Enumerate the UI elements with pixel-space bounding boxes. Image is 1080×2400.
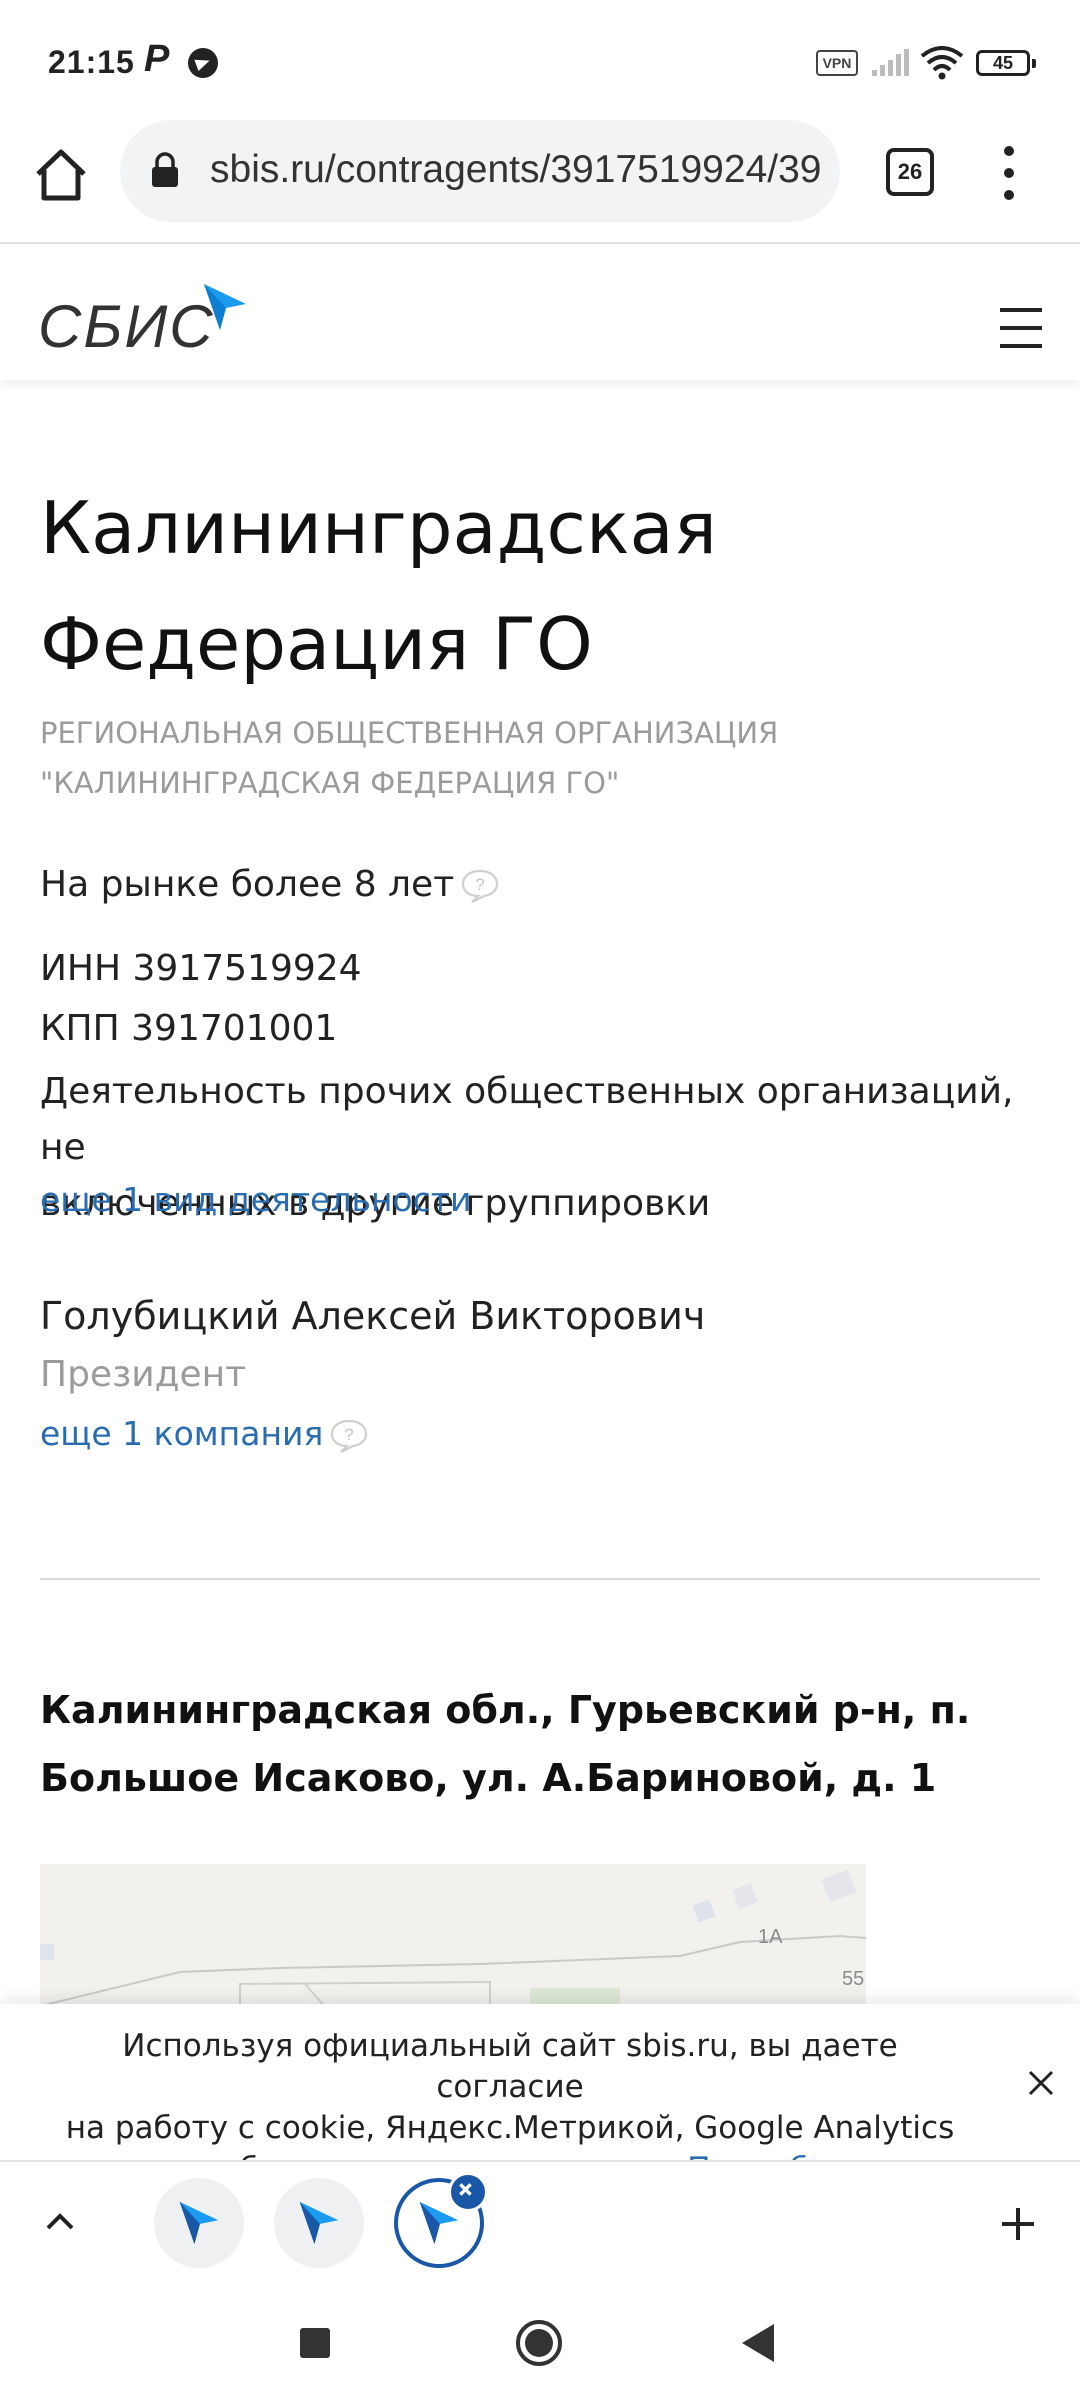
svg-text:?: ? [475, 875, 484, 894]
address-line: Калининградская обл., Гурьевский р-н, п. [40, 1688, 971, 1732]
more-company-link[interactable]: еще 1 компания [40, 1414, 323, 1453]
status-time: 21:15 [48, 44, 135, 80]
director-position: Президент [40, 1354, 247, 1395]
more-activity-link[interactable]: еще 1 вид деятельности [40, 1180, 471, 1219]
more-company-row: еще 1 компания ? [40, 1414, 369, 1454]
vpn-icon: VPN [816, 50, 858, 76]
market-age-text: На рынке более 8 лет [40, 864, 455, 905]
hamburger-menu-icon[interactable] [1000, 308, 1042, 348]
company-title-line: Федерация ГО [40, 602, 593, 686]
new-tab-plus-icon[interactable] [998, 2204, 1038, 2244]
system-nav-bar [0, 2284, 1080, 2400]
map-drawing [40, 1864, 866, 2024]
activity-line: Деятельность прочих общественных организ… [40, 1071, 1014, 1168]
director-name[interactable]: Голубицкий Алексей Викторович [40, 1294, 705, 1338]
bottom-tab-bar [0, 2160, 1080, 2284]
sbis-bird-logo-icon[interactable] [202, 282, 248, 332]
company-title-line: Калининградская [40, 486, 717, 570]
close-tab-icon[interactable] [448, 2172, 488, 2212]
status-bar: 21:15 P VPN 45 [0, 0, 1080, 120]
full-name-line: РЕГИОНАЛЬНАЯ ОБЩЕСТВЕННАЯ ОРГАНИЗАЦИЯ [40, 716, 779, 750]
signal-icon [872, 49, 909, 76]
url-text[interactable]: sbis.ru/contragents/3917519924/391701001 [210, 148, 820, 192]
tab-switcher-button[interactable]: 26 [886, 148, 934, 196]
kpp-value: КПП 391701001 [40, 1008, 338, 1049]
company-address: Калининградская обл., Гурьевский р-н, п.… [40, 1676, 1040, 1812]
tab-thumbnail-sbis[interactable] [274, 2178, 364, 2268]
site-header: СБИС [0, 244, 1080, 380]
address-map[interactable]: 1А 55 [40, 1864, 866, 2024]
section-divider [40, 1578, 1040, 1580]
chevron-up-icon[interactable] [42, 2206, 78, 2236]
sbis-bird-icon [179, 2201, 219, 2245]
cookie-line: на работу с cookie, Яндекс.Метрикой, Goo… [65, 2110, 955, 2146]
lock-icon[interactable] [150, 152, 180, 188]
telegram-notification-icon [188, 48, 218, 78]
inn-value: ИНН 3917519924 [40, 948, 362, 989]
cookie-banner: Используя официальный сайт sbis.ru, вы д… [0, 2004, 1080, 2187]
nav-home-icon[interactable] [516, 2320, 562, 2366]
tab-thumbnail-sbis[interactable] [154, 2178, 244, 2268]
close-icon[interactable] [1026, 2068, 1056, 2098]
battery-icon: 45 [976, 50, 1036, 76]
company-title: Калининградская Федерация ГО [40, 470, 1040, 702]
wifi-icon [920, 46, 964, 80]
sbis-logo[interactable]: СБИС [38, 292, 215, 361]
map-label: 55 [842, 1968, 865, 1990]
svg-text:?: ? [345, 1425, 354, 1444]
full-name-line: "КАЛИНИНГРАДСКАЯ ФЕДЕРАЦИЯ ГО" [40, 766, 620, 800]
help-question-icon[interactable]: ? [329, 1418, 369, 1454]
p-notification-icon: P [144, 38, 170, 80]
help-question-icon[interactable]: ? [460, 868, 500, 904]
sbis-bird-icon [299, 2201, 339, 2245]
home-icon[interactable] [32, 146, 90, 204]
address-line: Большое Исаково, ул. А.Бариновой, д. 1 [40, 1756, 937, 1800]
company-full-name: РЕГИОНАЛЬНАЯ ОБЩЕСТВЕННАЯ ОРГАНИЗАЦИЯ "К… [40, 708, 940, 808]
back-icon[interactable] [742, 2324, 774, 2362]
browser-toolbar: sbis.ru/contragents/3917519924/391701001… [0, 120, 1080, 244]
address-bar[interactable]: sbis.ru/contragents/3917519924/391701001 [120, 120, 840, 222]
recents-icon[interactable] [300, 2328, 330, 2358]
cookie-line: Используя официальный сайт sbis.ru, вы д… [122, 2028, 898, 2105]
market-age: На рынке более 8 лет ? [40, 864, 500, 905]
map-label: 1А [758, 1926, 783, 1948]
browser-menu-icon[interactable] [996, 146, 1024, 202]
